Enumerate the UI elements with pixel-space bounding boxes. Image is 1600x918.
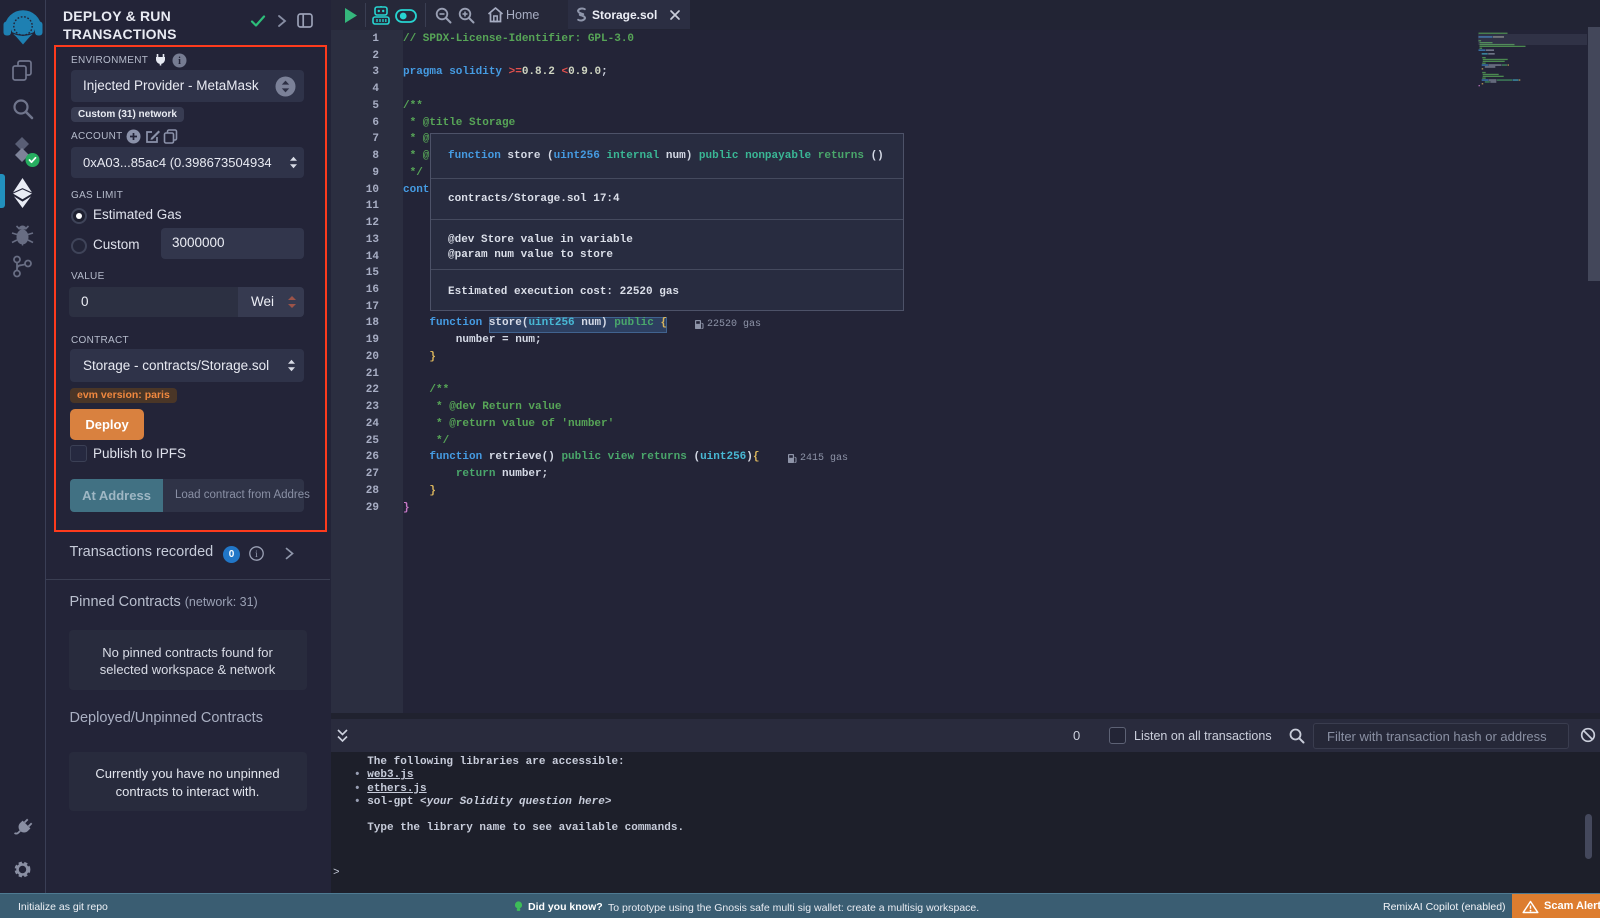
- svg-text:i: i: [255, 550, 258, 560]
- svg-text:i: i: [178, 56, 181, 67]
